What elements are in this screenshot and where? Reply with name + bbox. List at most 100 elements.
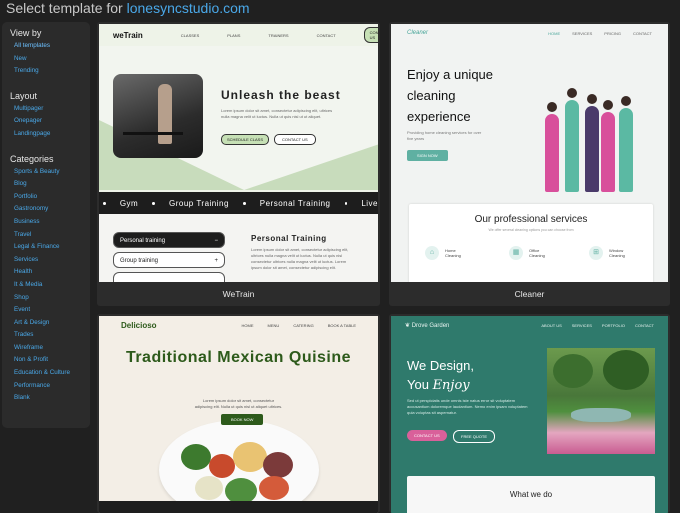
category-shop[interactable]: Shop (10, 292, 82, 305)
filter-landingpage[interactable]: Landingpage (10, 128, 82, 141)
category-legal-finance[interactable]: Legal & Finance (10, 241, 82, 254)
drove-contact-button: CONTACT US (407, 430, 447, 441)
header-prefix: Select template for (6, 0, 123, 16)
filter-multipager[interactable]: Multipager (10, 103, 82, 116)
cleaner-nav-item: HOME (548, 30, 561, 36)
category-travel[interactable]: Travel (10, 229, 82, 242)
categories-title: Categories (10, 153, 54, 164)
drove-hero-text: Sed ut perspiciatis unde omnis iste natu… (407, 398, 528, 415)
category-wireframe[interactable]: Wireframe (10, 342, 82, 355)
drove-quote-button: FREE QUOTE (453, 430, 496, 443)
cleaner-hero-title: Enjoy a unique cleaning experience (407, 67, 494, 124)
drove-nav-item: PORTFOLIO (601, 322, 625, 328)
delicioso-nav-item: HOME (241, 322, 254, 328)
wetrain-accordion-item: Group training + (113, 252, 225, 268)
delicioso-book-button: BOOK NOW (221, 414, 264, 425)
template-name-cleaner: Cleaner (514, 289, 545, 299)
wetrain-hero-title: Unleash the beast (221, 88, 341, 102)
category-blank[interactable]: Blank (10, 392, 82, 405)
category-health[interactable]: Health (10, 266, 82, 279)
wetrain-nav-item: PLANS (227, 32, 241, 38)
delicioso-logo: Delicioso (121, 320, 157, 330)
drove-nav: ❦ Drove Garden ABOUT US SERVICES PORTFOL… (391, 316, 668, 334)
cleaner-hero-text: Providing home cleaning services for ove… (407, 130, 482, 141)
delicioso-dish-image (159, 420, 319, 513)
wetrain-accordion-item: Personal training − (113, 232, 225, 248)
cleaner-logo: Cleaner (407, 30, 429, 36)
filter-new[interactable]: New (10, 53, 82, 66)
filter-all-templates[interactable]: All templates (10, 40, 82, 53)
template-card-drove-garden[interactable]: ❦ Drove Garden ABOUT US SERVICES PORTFOL… (389, 314, 670, 513)
cleaner-sign-button: SIGN NOW (407, 150, 448, 161)
page-header: Select template for lonesyncstudio.com (6, 0, 250, 18)
template-card-delicioso[interactable]: Delicioso HOME MENU CATERING BOOK A TABL… (97, 314, 380, 513)
cleaner-services-card: Our professional services We offer sever… (409, 204, 653, 282)
template-name-wetrain: WeTrain (222, 289, 255, 299)
cleaner-services-title: Our professional services (474, 214, 588, 225)
wetrain-cta: CONTACT US (363, 27, 378, 43)
layout-title: Layout (10, 90, 38, 101)
drove-garden-image (547, 348, 655, 454)
wetrain-section-title: Personal Training (251, 234, 327, 243)
category-sports-beauty[interactable]: Sports & Beauty (10, 166, 82, 179)
cleaner-illustration (539, 68, 649, 192)
marquee-item: Gym (119, 198, 139, 208)
wetrain-marquee: Gym Group Training Personal Training Liv… (99, 192, 378, 214)
wetrain-nav-item: CONTACT (316, 32, 336, 38)
delicioso-nav-item: MENU (267, 322, 280, 328)
cleaner-service-window: ⊞ Window Cleaning (589, 246, 633, 260)
delicioso-nav: Delicioso HOME MENU CATERING BOOK A TABL… (99, 316, 378, 334)
category-services[interactable]: Services (10, 254, 82, 267)
template-preview-delicioso[interactable]: Delicioso HOME MENU CATERING BOOK A TABL… (99, 316, 378, 513)
category-non-profit[interactable]: Non & Profit (10, 354, 82, 367)
wetrain-hero: Unleash the beast Lorem ipsum dolor sit … (99, 46, 378, 190)
view-by-title: View by (10, 28, 42, 38)
category-art-design[interactable]: Art & Design (10, 317, 82, 330)
category-education-culture[interactable]: Education & Culture (10, 367, 82, 380)
wetrain-hero-image (113, 74, 203, 158)
filter-sidebar: View by All templates New Trending Layou… (2, 22, 90, 428)
marquee-item: Live (361, 198, 378, 208)
delicioso-hero-text: Lorem ipsum dolor sit amet, consectetur … (194, 398, 283, 409)
header-domain[interactable]: lonesyncstudio.com (127, 0, 250, 16)
cleaner-nav-item: SERVICES (572, 30, 593, 36)
marquee-item: Group Training (169, 198, 229, 208)
wetrain-section-text: Lorem ipsum dolor sit amet, consectetur … (251, 247, 349, 270)
template-preview-drove-garden[interactable]: ❦ Drove Garden ABOUT US SERVICES PORTFOL… (391, 316, 668, 513)
delicioso-nav-item: CATERING (293, 322, 314, 328)
drove-section-title: What we do (407, 476, 655, 513)
wetrain-schedule-button: SCHEDULE CLASS (221, 134, 270, 145)
wetrain-nav: weTrain CLASSES PLANS TRAINERS CONTACT C… (99, 24, 378, 46)
cleaner-nav: Cleaner HOME SERVICES PRICING CONTACT (391, 24, 668, 42)
drove-nav-item: SERVICES (571, 322, 592, 328)
cleaner-services-text: We offer several cleaning options you ca… (488, 228, 574, 232)
template-preview-cleaner[interactable]: Cleaner HOME SERVICES PRICING CONTACT En… (391, 24, 668, 282)
filter-trending[interactable]: Trending (10, 65, 82, 78)
category-it-media[interactable]: It & Media (10, 279, 82, 292)
cleaner-service-home: ⌂ Home Cleaning (425, 246, 467, 260)
template-card-cleaner[interactable]: Cleaner HOME SERVICES PRICING CONTACT En… (389, 22, 670, 306)
cleaner-nav-item: PRICING (604, 30, 621, 36)
home-icon: ⌂ (425, 246, 439, 260)
category-event[interactable]: Event (10, 304, 82, 317)
category-gastronomy[interactable]: Gastronomy (10, 203, 82, 216)
wetrain-nav-item: CLASSES (180, 32, 200, 38)
wetrain-lower: Personal training − Group training + Perso… (99, 214, 378, 282)
template-card-wetrain[interactable]: weTrain CLASSES PLANS TRAINERS CONTACT C… (97, 22, 380, 306)
window-icon: ⊞ (589, 246, 603, 260)
marquee-item: Personal Training (259, 198, 331, 208)
office-icon: ▦ (509, 246, 523, 260)
layout-group: Layout Multipager Onepager Landingpage (10, 91, 82, 141)
drove-hero-title: We Design, You Enjoy (407, 358, 474, 393)
drove-nav-item: ABOUT US (541, 322, 562, 328)
wetrain-logo: weTrain (113, 30, 143, 40)
category-trades[interactable]: Trades (10, 329, 82, 342)
template-preview-wetrain[interactable]: weTrain CLASSES PLANS TRAINERS CONTACT C… (99, 24, 378, 282)
view-by-group: View by All templates New Trending (10, 28, 82, 78)
category-blog[interactable]: Blog (10, 178, 82, 191)
category-business[interactable]: Business (10, 216, 82, 229)
wetrain-accordion-item (113, 272, 225, 282)
category-portfolio[interactable]: Portfolio (10, 191, 82, 204)
filter-onepager[interactable]: Onepager (10, 115, 82, 128)
category-performance[interactable]: Performance (10, 380, 82, 393)
